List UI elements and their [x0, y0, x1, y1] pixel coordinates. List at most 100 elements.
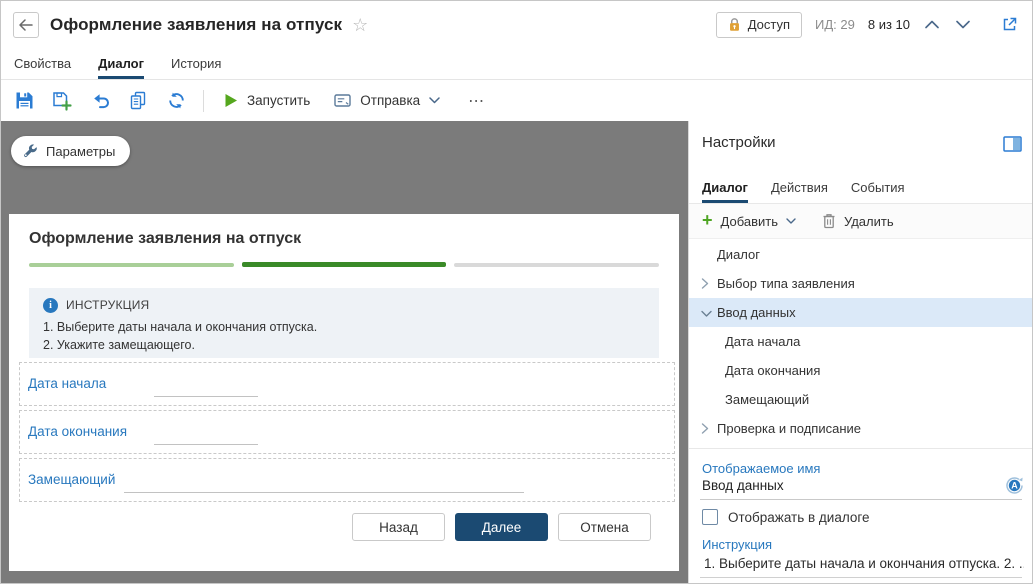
chevron-down-icon[interactable]	[701, 310, 712, 318]
page-title: Оформление заявления на отпуск	[50, 15, 342, 35]
split-panel-icon	[1003, 136, 1022, 152]
field-label: Дата начала	[28, 376, 106, 391]
chevron-right-icon[interactable]	[701, 423, 709, 434]
access-button[interactable]: Доступ	[716, 12, 802, 38]
previous-record-button[interactable]	[923, 18, 941, 31]
delete-button-label: Удалить	[844, 214, 894, 229]
back-step-button[interactable]: Назад	[352, 513, 445, 541]
instruction-line: 1. Выберите даты начала и окончания отпу…	[43, 319, 645, 337]
play-icon	[224, 93, 238, 108]
instruction-lines: 1. Выберите даты начала и окончания отпу…	[43, 319, 645, 354]
access-button-label: Доступ	[748, 17, 790, 32]
checkbox-unchecked[interactable]	[702, 509, 718, 525]
next-record-button[interactable]	[954, 18, 972, 31]
save-button[interactable]	[5, 86, 43, 116]
send-button[interactable]: Отправка	[322, 86, 452, 116]
panel-toggle-button[interactable]	[1003, 136, 1022, 152]
app-window: Оформление заявления на отпуск ☆ Доступ …	[0, 0, 1033, 584]
translate-icon: A	[1004, 475, 1025, 496]
checkbox-label: Отображать в диалоге	[728, 510, 870, 525]
field-end-date[interactable]: Дата окончания	[19, 410, 675, 454]
tab-history[interactable]: История	[171, 48, 221, 79]
wrench-icon	[22, 143, 38, 159]
instruction-header: i ИНСТРУКЦИЯ	[43, 297, 645, 313]
undo-button[interactable]	[81, 86, 119, 116]
tab-dialog[interactable]: Диалог	[98, 48, 144, 79]
field-start-date[interactable]: Дата начала	[19, 362, 675, 406]
add-button[interactable]: + Добавить	[702, 213, 796, 229]
delete-button[interactable]: Удалить	[822, 213, 894, 229]
favorite-star-icon[interactable]: ☆	[352, 16, 368, 34]
progress-step-active	[242, 262, 447, 267]
run-button[interactable]: Запустить	[212, 86, 322, 116]
add-button-label: Добавить	[721, 214, 778, 229]
copy-button[interactable]	[119, 86, 157, 116]
chevron-down-icon	[956, 20, 970, 29]
chevron-down-icon	[429, 97, 440, 104]
external-link-icon	[1001, 16, 1018, 33]
tree-item-end-date[interactable]: Дата окончания	[689, 356, 1032, 385]
input-underline	[700, 577, 1022, 578]
svg-text:A: A	[1011, 481, 1018, 491]
save-icon	[15, 91, 34, 110]
display-name-label: Отображаемое имя	[702, 461, 820, 476]
cancel-button[interactable]: Отмена	[558, 513, 651, 541]
tree-item-substitute[interactable]: Замещающий	[689, 385, 1032, 414]
step-progress-bar	[29, 262, 659, 267]
settings-tabs: Диалог Действия События	[702, 171, 928, 203]
field-input-underline	[154, 444, 258, 445]
tree-item-label: Ввод данных	[717, 305, 796, 320]
record-id: ИД: 29	[815, 17, 855, 32]
tree-toolbar: + Добавить Удалить	[689, 204, 1032, 239]
send-form-icon	[334, 93, 351, 108]
progress-step-done	[29, 263, 234, 267]
settings-tab-dialog[interactable]: Диалог	[702, 171, 748, 203]
run-button-label: Запустить	[247, 93, 310, 108]
refresh-button[interactable]	[157, 86, 195, 116]
tree-item-start-date[interactable]: Дата начала	[689, 327, 1032, 356]
settings-tab-events[interactable]: События	[851, 171, 905, 203]
show-in-dialog-row[interactable]: Отображать в диалоге	[702, 509, 870, 525]
tree-item-label: Проверка и подписание	[717, 421, 861, 436]
field-input-underline	[124, 492, 524, 493]
settings-tab-actions[interactable]: Действия	[771, 171, 828, 203]
tree-item-review-signing[interactable]: Проверка и подписание	[689, 414, 1032, 443]
instruction-field-value[interactable]: 1. Выберите даты начала и окончания отпу…	[704, 556, 1024, 571]
tree-item-label: Диалог	[717, 247, 760, 262]
field-substitute[interactable]: Замещающий	[19, 458, 675, 502]
open-in-new-window-button[interactable]	[999, 14, 1020, 35]
instruction-line: 2. Укажите замещающего.	[43, 337, 645, 355]
header-actions: Доступ ИД: 29 8 из 10	[716, 12, 1020, 38]
back-arrow-icon	[19, 19, 33, 31]
more-options-button[interactable]: ⋯	[468, 91, 486, 111]
save-as-button[interactable]	[43, 86, 81, 116]
back-button[interactable]	[13, 12, 39, 38]
instruction-field-label: Инструкция	[702, 537, 772, 552]
tree-item-data-entry[interactable]: Ввод данных	[689, 298, 1032, 327]
header: Оформление заявления на отпуск ☆ Доступ …	[1, 1, 1032, 48]
toolbar-separator	[203, 90, 204, 112]
settings-panel: Настройки Диалог Действия События + Доба…	[688, 121, 1032, 583]
dialog-buttons: Назад Далее Отмена	[29, 513, 659, 541]
localization-button[interactable]: A	[1004, 475, 1025, 496]
tree-item-label: Замещающий	[725, 392, 809, 407]
dialog-title: Оформление заявления на отпуск	[29, 230, 659, 248]
tree-item-label: Дата окончания	[725, 363, 820, 378]
parameters-button[interactable]: Параметры	[11, 136, 130, 166]
divider	[689, 448, 1032, 449]
tree-item-dialog[interactable]: Диалог	[689, 240, 1032, 269]
display-name-input[interactable]	[702, 478, 982, 493]
field-label: Замещающий	[28, 472, 115, 487]
settings-title: Настройки	[702, 134, 776, 151]
tree-item-request-type[interactable]: Выбор типа заявления	[689, 269, 1032, 298]
input-underline	[700, 499, 1022, 500]
next-step-button[interactable]: Далее	[455, 513, 548, 541]
toolbar: Запустить Отправка ⋯	[1, 80, 1032, 121]
dialog-preview-card: Оформление заявления на отпуск i ИНСТРУК…	[9, 214, 679, 571]
tab-properties[interactable]: Свойства	[14, 48, 71, 79]
instruction-box[interactable]: i ИНСТРУКЦИЯ 1. Выберите даты начала и о…	[29, 288, 659, 358]
trash-icon	[822, 213, 836, 229]
dialog-structure-tree: Диалог Выбор типа заявления Ввод данных …	[689, 240, 1032, 443]
parameters-button-label: Параметры	[46, 144, 115, 159]
chevron-right-icon[interactable]	[701, 278, 709, 289]
